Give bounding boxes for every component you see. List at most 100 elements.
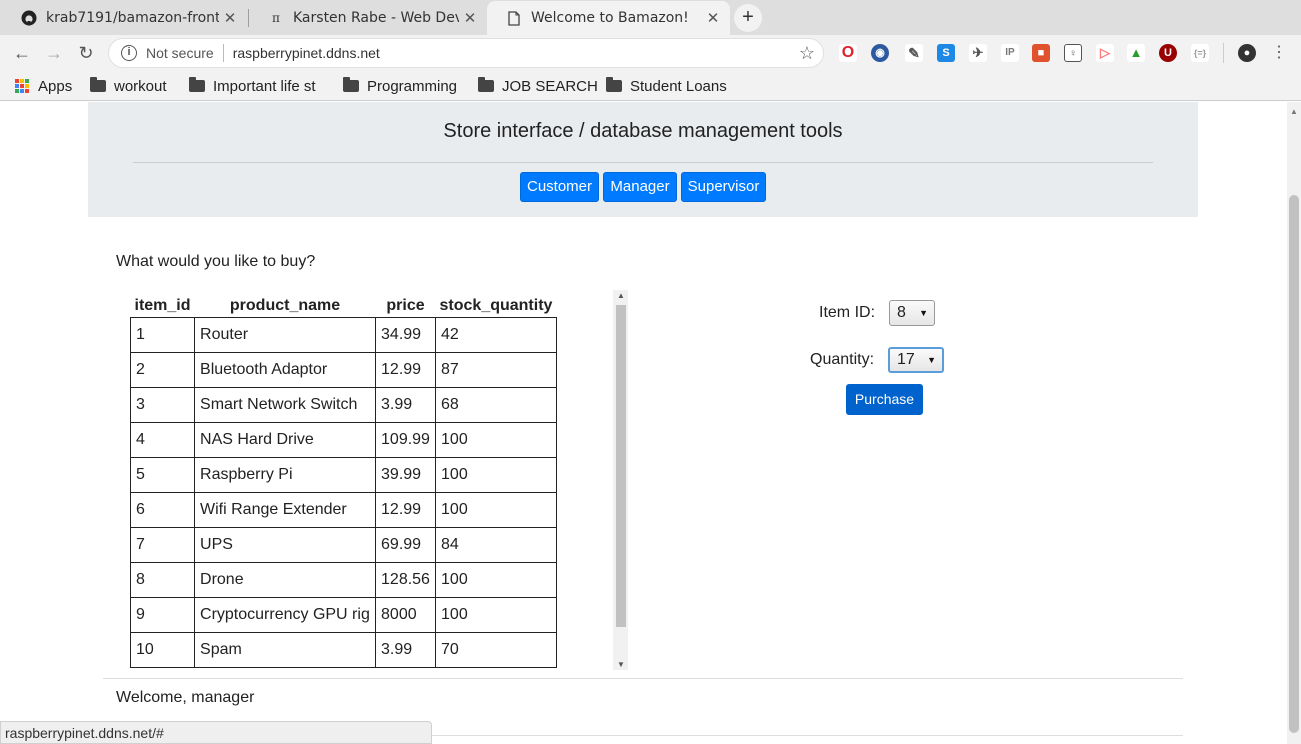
close-tab-icon[interactable]: ✕ [702,9,724,27]
manager-button[interactable]: Manager [603,172,677,202]
welcome-text: Welcome, manager [116,689,255,706]
bookmark-label: Programming [367,77,458,95]
table-cell: 69.99 [375,526,437,563]
table-header-row: item_id product_name price stock_quantit… [131,290,557,317]
close-tab-icon[interactable]: ✕ [219,9,241,27]
menu-icon[interactable]: ⋮ [1267,41,1291,65]
table-cell: 100 [435,456,557,493]
table-cell: Raspberry Pi [194,456,377,493]
bookmark-label: Apps [38,77,73,95]
globe-icon[interactable]: ◉ [871,44,889,62]
status-bar: raspberrypinet.ddns.net/# [0,721,432,744]
scroll-thumb[interactable] [616,305,626,627]
scroll-down-icon[interactable]: ▼ [617,660,625,669]
forward-icon[interactable]: → [42,41,66,65]
supervisor-button[interactable]: Supervisor [681,172,766,202]
scroll-up-icon[interactable]: ▲ [1290,107,1298,116]
table-row: 3 Smart Network Switch 3.99 68 [129,386,557,423]
toolbar-divider [1223,43,1224,63]
bookmark-important[interactable]: Important life st [189,76,327,96]
ip-icon[interactable]: IP [1001,44,1019,62]
url-text[interactable]: raspberrypinet.ddns.net [233,45,799,61]
close-tab-icon[interactable]: ✕ [459,9,481,27]
eyedropper-icon[interactable]: ✎ [905,44,923,62]
tab-title: krab7191/bamazon-front [46,10,219,26]
column-header: product_name [229,296,341,314]
purchase-button[interactable]: Purchase [846,384,923,415]
folder-icon [478,77,494,92]
opera-icon[interactable]: O [839,44,857,62]
table-cell: 68 [435,386,557,423]
profile-icon[interactable]: ● [1238,44,1256,62]
table-row: 9 Cryptocurrency GPU rig 8000 100 [129,596,557,633]
page-icon [505,9,523,27]
page-content: Store interface / database management to… [0,102,1287,744]
address-bar[interactable]: i Not secure raspberrypinet.ddns.net ☆ [108,38,824,68]
table-row: 2 Bluetooth Adaptor 12.99 87 [129,351,557,388]
header-divider [133,162,1153,163]
star-icon[interactable]: ☆ [799,43,815,64]
tab-title: Welcome to Bamazon! [531,10,689,26]
table-cell: 109.99 [375,421,437,458]
column-header: price [386,296,425,314]
chevron-down-icon: ▼ [927,355,937,365]
tab-portfolio[interactable]: π Karsten Rabe - Web Devel ✕ [249,1,487,35]
table-scrollbar[interactable]: ▲ ▼ [613,290,628,670]
table-cell: Drone [194,561,377,598]
info-icon[interactable]: i [121,45,137,61]
satellite-icon[interactable]: ✈ [969,44,987,62]
bulb-icon[interactable]: ♀ [1064,44,1082,62]
apps-icon [15,79,29,93]
tab-bamazon[interactable]: Welcome to Bamazon! ✕ [487,1,730,35]
table-cell: 10 [129,631,196,668]
table-row: 5 Raspberry Pi 39.99 100 [129,456,557,493]
record-icon[interactable]: ▷ [1096,44,1114,62]
customer-button[interactable]: Customer [520,172,599,202]
quantity-value: 17 [897,351,915,368]
quantity-label: Quantity: [810,351,875,368]
bookmark-label: Student Loans [630,77,727,95]
bookmark-workout[interactable]: workout [90,76,167,96]
tab-github[interactable]: krab7191/bamazon-front ✕ [2,1,247,35]
pi-icon: π [272,11,280,25]
bookmark-job-search[interactable]: JOB SEARCH [478,76,598,96]
new-tab-button[interactable]: + [734,4,762,32]
products-table-container[interactable]: item_id product_name price stock_quantit… [116,290,628,670]
page-scrollbar[interactable]: ▲ [1287,102,1301,744]
table-row: 4 NAS Hard Drive 109.99 100 [129,421,557,458]
chart-icon[interactable]: ▲ [1127,44,1145,62]
header-jumbotron: Store interface / database management to… [88,102,1198,217]
bookmark-programming[interactable]: Programming [343,76,457,96]
table-cell: 12.99 [375,351,437,388]
table-row: 6 Wifi Range Extender 12.99 100 [129,491,557,528]
table-body: 1 Router 34.99 42 2 Bluetooth Adaptor 12.99 87 3… [129,316,557,668]
table-cell: 34.99 [375,316,437,353]
table-cell: 3.99 [375,386,437,423]
json-icon[interactable]: {=} [1191,44,1209,62]
table-cell: 128.56 [375,561,437,598]
item-id-select[interactable]: 8 ▼ [889,300,936,326]
clip-icon[interactable]: ■ [1032,44,1050,62]
page-title: Store interface / database management to… [443,120,843,142]
s-extension-icon[interactable]: S [937,44,955,62]
bookmark-student-loans[interactable]: Student Loans [606,76,727,96]
table-cell: UPS [194,526,377,563]
table-cell: 100 [435,596,557,633]
back-icon[interactable]: ← [10,41,34,65]
bookmark-apps[interactable]: Apps [15,76,72,96]
item-id-label: Item ID: [819,304,876,321]
divider [222,44,224,62]
column-header: item_id [134,296,191,314]
table-cell: 8 [129,561,196,598]
table-cell: 70 [435,631,557,668]
table-cell: 100 [435,491,557,528]
scroll-up-icon[interactable]: ▲ [617,291,625,300]
quantity-select[interactable]: 17 ▼ [888,347,945,373]
table-row: 8 Drone 128.56 100 [129,561,557,598]
table-cell: 39.99 [375,456,437,493]
table-cell: Smart Network Switch [194,386,377,423]
ublock-icon[interactable]: U [1159,44,1177,62]
products-table: item_id product_name price stock_quantit… [129,290,557,668]
page-scroll-thumb[interactable] [1289,195,1299,733]
reload-icon[interactable]: ↻ [74,41,98,65]
